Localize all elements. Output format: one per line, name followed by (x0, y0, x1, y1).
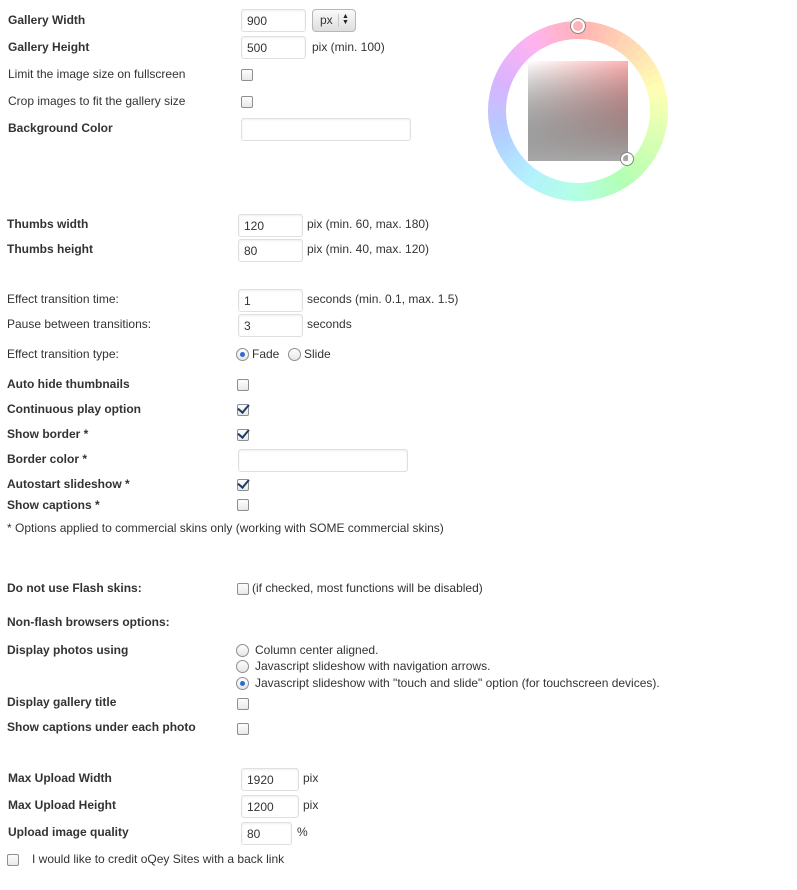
show-border-label: Show border * (7, 427, 89, 441)
show-captions-checkbox[interactable] (237, 499, 249, 511)
upload-quality-label: Upload image quality (8, 825, 129, 839)
auto-hide-checkbox[interactable] (237, 379, 249, 391)
thumbs-width-hint: pix (min. 60, max. 180) (307, 217, 430, 231)
limit-size-label: Limit the image size on fullscreen (8, 67, 186, 81)
gallery-title-checkbox[interactable] (237, 698, 249, 710)
background-color-input[interactable] (241, 118, 411, 141)
upload-quality-input[interactable] (241, 822, 292, 845)
max-upload-height-label: Max Upload Height (8, 798, 117, 812)
effect-time-input[interactable] (238, 289, 303, 312)
upload-quality-unit: % (297, 825, 308, 839)
auto-hide-label: Auto hide thumbnails (7, 377, 130, 391)
thumbs-height-input[interactable] (238, 239, 303, 262)
gallery-width-unit-value: px (320, 13, 333, 27)
max-upload-height-input[interactable] (241, 795, 299, 818)
credit-checkbox[interactable] (7, 854, 19, 866)
thumbs-width-label: Thumbs width (7, 217, 89, 231)
color-wheel[interactable] (483, 16, 673, 206)
limit-size-checkbox[interactable] (241, 69, 253, 81)
continuous-play-checkbox[interactable] (237, 401, 250, 416)
display-touch-radio[interactable] (236, 677, 249, 690)
max-upload-width-input[interactable] (241, 768, 299, 791)
pause-label: Pause between transitions: (7, 317, 152, 331)
thumbs-height-hint: pix (min. 40, max. 120) (307, 242, 430, 256)
gallery-width-unit-select[interactable]: px ▲ ▼ (312, 9, 356, 32)
display-touch-label: Javascript slideshow with "touch and sli… (255, 676, 660, 690)
effect-type-slide-radio[interactable] (288, 348, 301, 361)
captions-under-label: Show captions under each photo (7, 720, 196, 734)
max-upload-width-label: Max Upload Width (8, 771, 112, 785)
effect-type-fade-label: Fade (252, 347, 280, 361)
background-color-label: Background Color (8, 121, 113, 135)
display-column-radio[interactable] (236, 644, 249, 657)
pause-input[interactable] (238, 314, 303, 337)
border-color-label: Border color * (7, 452, 88, 466)
checkmark-icon (237, 476, 250, 489)
crop-images-checkbox[interactable] (241, 96, 253, 108)
no-flash-checkbox[interactable] (237, 583, 249, 595)
pause-hint: seconds (307, 317, 352, 331)
effect-type-fade-radio[interactable] (236, 348, 249, 361)
gallery-height-input[interactable] (241, 36, 306, 59)
commercial-skins-note: * Options applied to commercial skins on… (7, 521, 444, 535)
gallery-title-label: Display gallery title (7, 695, 117, 709)
color-picker[interactable] (483, 16, 673, 206)
gallery-height-hint: pix (min. 100) (312, 40, 385, 54)
show-border-checkbox[interactable] (237, 426, 250, 441)
thumbs-height-label: Thumbs height (7, 242, 93, 256)
no-flash-label: Do not use Flash skins: (7, 581, 142, 595)
credit-label: I would like to credit oQey Sites with a… (32, 852, 285, 866)
display-column-label: Column center aligned. (255, 643, 379, 657)
autostart-label: Autostart slideshow * (7, 477, 130, 491)
checkmark-icon (237, 426, 250, 439)
effect-time-label: Effect transition time: (7, 292, 119, 306)
captions-under-checkbox[interactable] (237, 723, 249, 735)
border-color-input[interactable] (238, 449, 408, 472)
checkmark-icon (237, 401, 250, 414)
thumbs-width-input[interactable] (238, 214, 303, 237)
gallery-width-input[interactable] (241, 9, 306, 32)
show-captions-label: Show captions * (7, 498, 100, 512)
crop-images-label: Crop images to fit the gallery size (8, 94, 186, 108)
non-flash-heading: Non-flash browsers options: (7, 615, 170, 629)
effect-time-hint: seconds (min. 0.1, max. 1.5) (307, 292, 459, 306)
max-upload-height-unit: pix (303, 798, 319, 812)
effect-type-slide-label: Slide (304, 347, 331, 361)
display-photos-label: Display photos using (7, 643, 129, 657)
gallery-width-label: Gallery Width (8, 13, 86, 27)
display-arrows-label: Javascript slideshow with navigation arr… (255, 659, 491, 673)
effect-type-label: Effect transition type: (7, 347, 119, 361)
display-arrows-radio[interactable] (236, 660, 249, 673)
select-arrows-icon: ▲ ▼ (338, 13, 350, 27)
no-flash-hint: (if checked, most functions will be disa… (252, 581, 483, 595)
max-upload-width-unit: pix (303, 771, 319, 785)
autostart-checkbox[interactable] (237, 476, 250, 491)
gallery-height-label: Gallery Height (8, 40, 90, 54)
continuous-play-label: Continuous play option (7, 402, 141, 416)
